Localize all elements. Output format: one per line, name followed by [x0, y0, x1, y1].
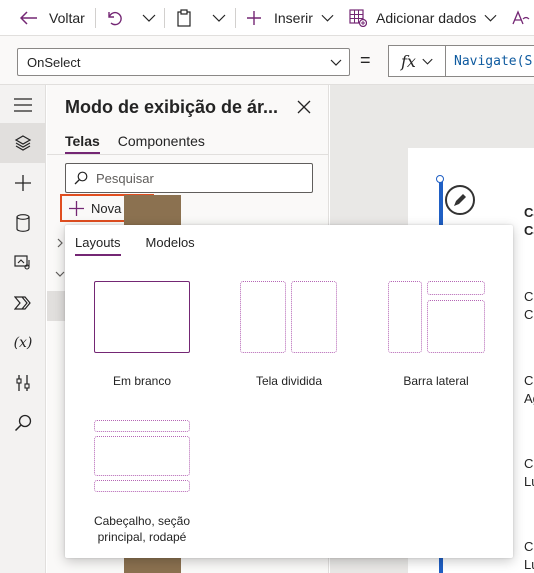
search-icon: [74, 171, 88, 185]
variables-icon: (x): [13, 335, 33, 351]
back-label: Voltar: [49, 10, 85, 26]
layout-pane: [94, 420, 190, 432]
flyout-tabs: Layouts Modelos: [75, 235, 195, 256]
data-rail-button[interactable]: [0, 203, 46, 243]
layout-pane: [291, 281, 337, 353]
menu-button[interactable]: [0, 85, 46, 125]
chevron-down-icon: [484, 14, 497, 22]
plus-icon: [15, 175, 31, 191]
tab-screens[interactable]: Telas: [65, 133, 100, 154]
table-add-icon: [349, 9, 367, 27]
layout-pane: [388, 281, 422, 353]
text-format-icon: [512, 10, 530, 25]
close-panel-button[interactable]: [297, 100, 311, 117]
left-rail: (x): [0, 85, 46, 573]
card-subtitle: Lu: [524, 557, 534, 572]
card-subtitle: Ca: [524, 223, 534, 238]
formula-input[interactable]: Navigate(S: [445, 45, 534, 77]
layout-split[interactable]: [240, 281, 338, 353]
layout-pane: [427, 281, 485, 295]
plus-icon: [247, 11, 261, 25]
chevron-down-icon: [321, 14, 334, 22]
property-dropdown[interactable]: OnSelect: [17, 48, 350, 76]
back-button[interactable]: Voltar: [20, 0, 85, 36]
divider: [164, 8, 165, 28]
search-input[interactable]: Pesquisar: [65, 163, 313, 193]
card-title: Ca: [524, 289, 534, 304]
chevron-down-icon: [330, 59, 342, 66]
chevron-down-icon: [142, 14, 156, 22]
chevron-right-icon: [57, 238, 63, 248]
add-data-button[interactable]: Adicionar dados: [349, 0, 497, 36]
divider: [235, 8, 236, 28]
undo-button[interactable]: [106, 0, 122, 36]
card-title: Ca: [524, 539, 534, 554]
layout-pane: [94, 480, 190, 492]
clipboard-icon: [177, 9, 191, 27]
fx-icon: fx: [401, 51, 416, 71]
edit-icon[interactable]: [445, 185, 475, 215]
card-title: Ca: [524, 373, 534, 388]
card-subtitle: Ag: [524, 391, 534, 406]
layout-header-main-footer-label: Cabeçalho, seção principal, rodapé: [93, 514, 191, 544]
search-rail-button[interactable]: [0, 403, 46, 443]
panel-tabs: Telas Componentes: [65, 133, 205, 154]
layout-blank[interactable]: [94, 281, 190, 353]
divider: [47, 154, 329, 155]
insert-rail-button[interactable]: [0, 163, 46, 203]
layers-icon: [14, 135, 32, 151]
card-title: Ca: [524, 205, 534, 220]
database-icon: [16, 214, 30, 232]
insert-button[interactable]: Inserir: [246, 0, 334, 36]
card-subtitle: Lu: [524, 474, 534, 489]
tab-layouts[interactable]: Layouts: [75, 235, 121, 256]
tools-rail-button[interactable]: [0, 363, 46, 403]
chevron-down-icon: [212, 14, 226, 22]
undo-icon: [108, 11, 122, 26]
arrow-left-icon: [20, 11, 37, 25]
equals-sign: =: [360, 50, 371, 70]
add-data-label: Adicionar dados: [376, 10, 477, 26]
power-automate-icon: [14, 296, 31, 310]
layout-header-main-footer[interactable]: [94, 420, 190, 494]
panel-title: Modo de exibição de ár...: [65, 97, 279, 117]
layout-split-label: Tela dividida: [255, 374, 323, 388]
layout-pane: [94, 436, 190, 476]
tree-view-button[interactable]: [0, 123, 46, 163]
variables-rail-button[interactable]: (x): [0, 323, 46, 363]
card-subtitle: Ca: [524, 307, 534, 322]
search-icon: [14, 414, 32, 432]
paste-dropdown[interactable]: [212, 0, 226, 36]
chevron-down-icon: [422, 58, 433, 65]
layout-sidebar[interactable]: [388, 281, 486, 353]
command-bar: Voltar Inserir Adicionar dados: [0, 0, 534, 36]
search-placeholder: Pesquisar: [96, 170, 154, 186]
selection-handle[interactable]: [436, 175, 444, 183]
media-rail-button[interactable]: [0, 243, 46, 283]
chevron-down-icon: [55, 271, 65, 277]
tab-components[interactable]: Componentes: [118, 133, 205, 149]
tab-templates[interactable]: Modelos: [146, 235, 195, 250]
format-text-button[interactable]: [512, 0, 530, 36]
power-automate-rail-button[interactable]: [0, 283, 46, 323]
card-title: Ca: [524, 456, 534, 471]
divider: [95, 8, 96, 28]
paste-button[interactable]: [176, 0, 192, 36]
layout-pane: [240, 281, 286, 353]
new-screen-flyout: Layouts Modelos Em branco Tela dividida …: [65, 225, 513, 558]
layout-blank-label: Em branco: [112, 374, 172, 388]
close-icon: [297, 100, 311, 114]
insert-label: Inserir: [274, 10, 313, 26]
hamburger-icon: [14, 98, 32, 112]
property-value: OnSelect: [27, 54, 81, 70]
tools-icon: [16, 375, 30, 391]
layout-pane: [427, 300, 485, 353]
undo-dropdown[interactable]: [142, 0, 156, 36]
media-icon: [14, 255, 30, 270]
plus-icon: [69, 200, 84, 216]
layout-sidebar-label: Barra lateral: [403, 374, 469, 388]
formula-bar: OnSelect = fx Navigate(S: [0, 36, 534, 85]
fx-button[interactable]: fx: [388, 45, 445, 77]
